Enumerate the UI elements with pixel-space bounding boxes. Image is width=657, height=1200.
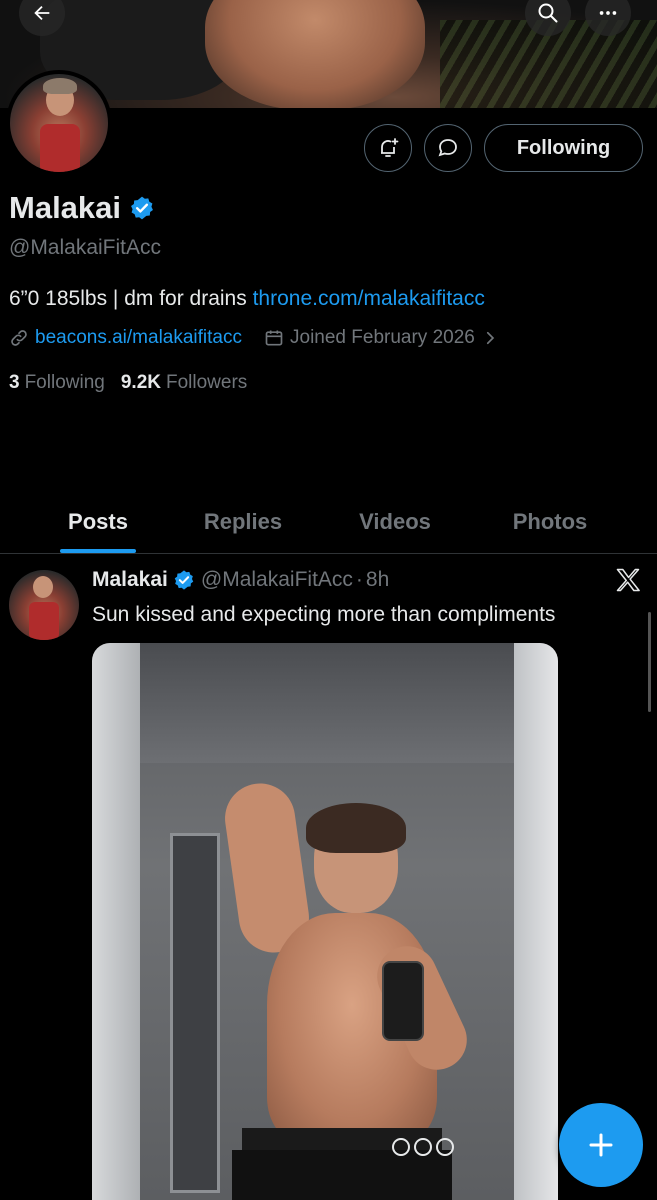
tab-photos[interactable]: Photos <box>500 490 600 553</box>
followers-count[interactable]: 9.2K Followers <box>121 372 247 394</box>
profile-meta: beacons.ai/malakaifitacc Joined February… <box>9 327 499 349</box>
media-control-icon[interactable] <box>392 1138 410 1156</box>
display-name: Malakai <box>9 190 122 225</box>
profile-tabs: Posts Replies Videos Photos <box>0 490 657 554</box>
bell-plus-icon <box>381 138 399 157</box>
message-bubble-icon <box>438 139 457 157</box>
verified-badge-icon <box>174 570 194 590</box>
active-tab-indicator <box>60 549 136 553</box>
tab-videos[interactable]: Videos <box>290 490 500 553</box>
arrow-left-icon <box>34 5 50 21</box>
post-timestamp[interactable]: 8h <box>366 568 389 592</box>
joined-label: Joined February 2026 <box>290 327 475 348</box>
media-control-icon[interactable] <box>436 1138 454 1156</box>
media-controls <box>392 1138 454 1156</box>
post-author-name[interactable]: Malakai <box>92 568 168 592</box>
separator: · <box>355 568 363 591</box>
joined-date[interactable]: Joined February 2026 <box>264 327 499 349</box>
followers-label: Followers <box>165 372 248 393</box>
name-row: Malakai <box>9 190 155 226</box>
tab-label: Photos <box>512 508 588 534</box>
followers-number: 9.2K <box>120 372 161 393</box>
x-logo-icon <box>616 568 640 592</box>
post-header: Malakai @MalakaiFitAcc · 8h <box>92 568 389 592</box>
tab-label: Replies <box>203 508 283 534</box>
banner-figure <box>205 0 425 108</box>
chevron-right-icon <box>486 331 495 345</box>
tab-posts[interactable]: Posts <box>0 490 196 553</box>
post-media-image[interactable] <box>92 643 558 1200</box>
tab-label: Posts <box>68 508 128 534</box>
profile-bio: 6”0 185lbs | dm for drains throne.com/ma… <box>9 287 485 311</box>
message-button[interactable] <box>424 124 472 172</box>
search-icon <box>538 3 558 23</box>
following-number: 3 <box>9 372 20 393</box>
post-text: Sun kissed and expecting more than compl… <box>92 603 556 626</box>
website-link[interactable]: beacons.ai/malakaifitacc <box>35 327 242 349</box>
more-dots-icon <box>599 11 617 15</box>
tab-label: Videos <box>359 508 431 534</box>
bio-text: 6”0 185lbs | dm for drains <box>9 287 253 310</box>
scrollbar[interactable] <box>648 612 651 712</box>
post-author-avatar[interactable] <box>9 570 79 640</box>
profile-handle: @MalakaiFitAcc <box>9 236 162 259</box>
verified-badge-icon[interactable] <box>129 195 155 221</box>
tab-replies[interactable]: Replies <box>196 490 290 553</box>
profile-avatar[interactable] <box>6 70 112 176</box>
calendar-icon <box>265 330 283 346</box>
compose-button[interactable] <box>559 1103 643 1187</box>
media-control-icon[interactable] <box>414 1138 432 1156</box>
bio-link[interactable]: throne.com/malakaifitacc <box>253 287 485 310</box>
following-button[interactable]: Following <box>484 124 643 172</box>
notifications-button[interactable] <box>364 124 412 172</box>
follow-counts: 3 Following 9.2K Followers <box>9 372 263 394</box>
plus-icon <box>589 1133 613 1157</box>
following-count[interactable]: 3 Following <box>9 372 105 394</box>
post-author-handle[interactable]: @MalakaiFitAcc <box>201 568 353 592</box>
following-label: Following <box>24 372 105 393</box>
link-icon <box>11 330 27 346</box>
